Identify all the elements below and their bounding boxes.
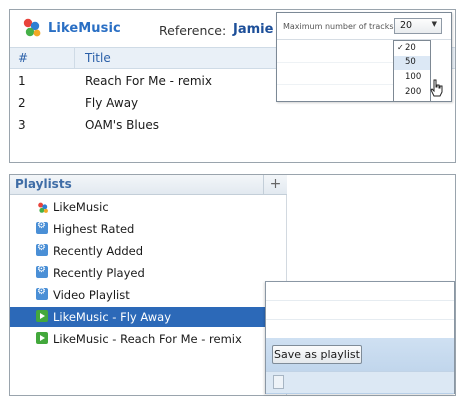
- column-separator: [74, 47, 75, 69]
- playlist-item[interactable]: LikeMusic: [10, 197, 268, 217]
- playlist-item[interactable]: LikeMusic - Reach For Me - remix: [10, 329, 268, 349]
- likemusic-logo: LikeMusic: [20, 17, 121, 39]
- track-title: Fly Away: [85, 96, 139, 110]
- reference-name[interactable]: Jamie: [233, 22, 273, 37]
- logo-text: LikeMusic: [48, 20, 121, 36]
- playlist-item[interactable]: Video Playlist: [10, 285, 268, 305]
- save-popup-footer: [266, 371, 454, 393]
- playlist-label: LikeMusic - Fly Away: [53, 310, 172, 324]
- option-200[interactable]: 200: [394, 86, 430, 100]
- playlist-item[interactable]: Recently Added: [10, 241, 268, 261]
- divider: [277, 84, 397, 85]
- playlist-icon: [36, 332, 48, 344]
- smart-playlist-icon: [36, 264, 48, 278]
- max-tracks-selected-value: 20: [400, 20, 413, 31]
- playlists-title: Playlists: [15, 177, 72, 191]
- option-label: 20: [405, 43, 416, 53]
- checkmark-icon: ✓: [397, 43, 404, 52]
- playlist-label: Recently Played: [53, 266, 145, 280]
- save-playlist-bar: Save as playlist: [266, 338, 454, 394]
- save-playlist-popup: Save as playlist: [265, 281, 455, 394]
- playlist-item-selected[interactable]: LikeMusic - Fly Away: [10, 307, 268, 327]
- max-tracks-select[interactable]: 20 ▼: [394, 18, 442, 34]
- divider: [266, 319, 454, 320]
- option-100[interactable]: 100: [394, 71, 430, 85]
- playlist-icon: [36, 310, 48, 322]
- save-as-playlist-button[interactable]: Save as playlist: [272, 345, 362, 364]
- playlist-label: LikeMusic: [53, 200, 109, 214]
- track-title: Reach For Me - remix: [85, 74, 212, 88]
- chevron-down-icon: ▼: [431, 20, 437, 28]
- track-number: 1: [18, 74, 26, 88]
- option-20[interactable]: ✓ 20: [394, 42, 430, 56]
- max-tracks-options: ✓ 20 50 100 200: [393, 40, 431, 102]
- playlist-item[interactable]: Highest Rated: [10, 219, 268, 239]
- max-tracks-label: Maximum number of tracks:: [283, 22, 397, 31]
- track-title: OAM's Blues: [85, 118, 159, 132]
- option-label: 200: [405, 87, 422, 97]
- track-number: 2: [18, 96, 26, 110]
- playlist-label: Highest Rated: [53, 222, 135, 236]
- playlist-label: Recently Added: [53, 244, 144, 258]
- playlist-label: Video Playlist: [53, 288, 130, 302]
- hand-cursor-icon: [430, 79, 443, 97]
- column-header-number[interactable]: #: [18, 51, 28, 65]
- reference-label: Reference:: [159, 23, 227, 38]
- playlist-label: LikeMusic - Reach For Me - remix: [53, 332, 242, 346]
- likemusic-logo-icon: [23, 18, 41, 37]
- playlist-item[interactable]: Recently Played: [10, 263, 268, 283]
- option-label: 50: [405, 57, 416, 67]
- divider: [277, 62, 397, 63]
- track-number: 3: [18, 118, 26, 132]
- smart-playlist-icon: [36, 242, 48, 256]
- option-50[interactable]: 50: [394, 56, 430, 70]
- divider: [266, 300, 454, 301]
- add-playlist-button[interactable]: +: [263, 175, 287, 195]
- smart-playlist-icon: [36, 286, 48, 300]
- table-row[interactable]: 3 OAM's Blues: [10, 114, 455, 136]
- smart-playlist-icon: [36, 220, 48, 234]
- option-label: 100: [405, 72, 422, 82]
- document-icon[interactable]: [273, 375, 284, 389]
- column-header-title[interactable]: Title: [85, 51, 111, 65]
- playlists-header: Playlists +: [10, 175, 287, 195]
- likemusic-logo-icon: [36, 200, 48, 213]
